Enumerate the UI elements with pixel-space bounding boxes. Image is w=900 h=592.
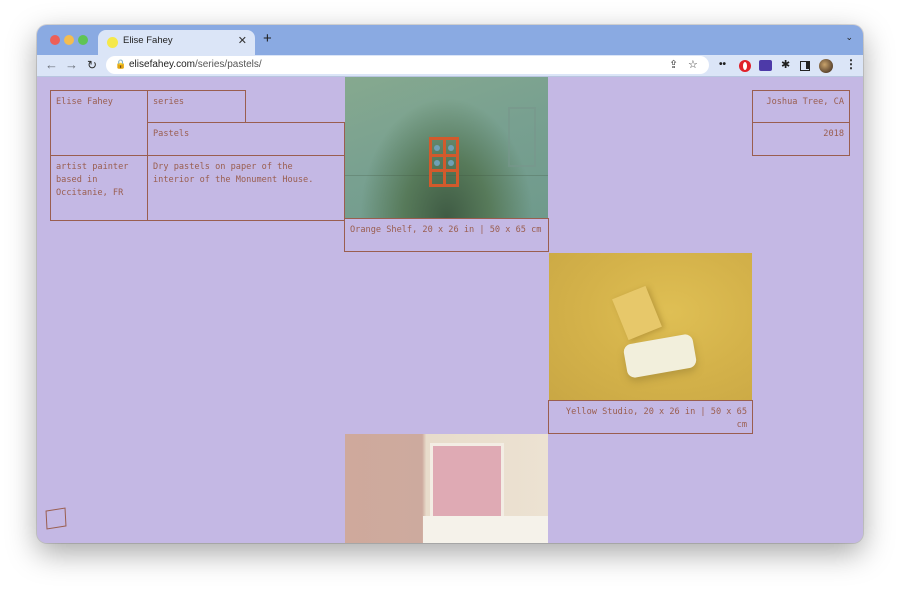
url-text[interactable]: elisefahey.com/series/pastels/ <box>129 59 262 70</box>
forward-button[interactable]: → <box>65 57 78 72</box>
artwork-caption: Orange Shelf, 20 x 26 in | 50 x 65 cm <box>350 225 542 235</box>
favicon-icon <box>107 37 118 48</box>
square-logo-icon[interactable] <box>45 507 67 530</box>
calendar-extension-icon[interactable] <box>759 60 772 71</box>
shelf-object <box>448 160 454 166</box>
shelf-object <box>448 145 454 151</box>
series-description: Dry pastels on paper of the interior of … <box>153 162 314 185</box>
minimize-window-button[interactable] <box>64 35 74 45</box>
side-panel-icon[interactable] <box>800 61 810 71</box>
panel-shape <box>612 285 662 341</box>
location-text: Joshua Tree, CA <box>766 97 844 107</box>
opera-extension-icon[interactable] <box>739 60 751 72</box>
site-name-link[interactable]: Elise Fahey <box>56 97 113 107</box>
artwork-image-third[interactable] <box>345 434 548 543</box>
doorway-shape <box>508 107 536 167</box>
series-label-cell: series <box>147 90 246 123</box>
year-cell: 2018 <box>752 122 850 156</box>
shelf-divider <box>443 140 446 184</box>
artwork-image-orange-shelf[interactable] <box>345 77 548 218</box>
extensions-puzzle-icon[interactable]: ✱ <box>781 58 790 72</box>
artist-bio: artist painter based in Occitanie, FR <box>56 162 129 198</box>
shelf-object <box>434 145 440 151</box>
close-window-button[interactable] <box>50 35 60 45</box>
close-icon[interactable]: ✕ <box>238 34 247 47</box>
orange-shelf-shape <box>429 137 459 187</box>
browser-toolbar: ← → ↻ 🔒 elisefahey.com/series/pastels/ ⇪… <box>37 55 863 77</box>
white-base-shape <box>423 516 548 543</box>
browser-window: Elise Fahey ✕ + ⌄ ← → ↻ 🔒 elisefahey.com… <box>37 25 863 543</box>
url-path: /series/pastels/ <box>194 59 262 70</box>
reload-button[interactable]: ↻ <box>87 58 97 72</box>
menu-kebab-icon[interactable]: ⋮ <box>845 57 857 71</box>
back-button[interactable]: ← <box>45 57 58 72</box>
extension-dots-icon[interactable]: •• <box>719 59 726 73</box>
new-tab-button[interactable]: + <box>263 30 272 47</box>
star-icon[interactable]: ☆ <box>688 58 698 71</box>
tab-strip: Elise Fahey ✕ + ⌄ <box>37 25 863 55</box>
page-content: Elise Fahey series Pastels artist painte… <box>37 77 863 543</box>
series-label[interactable]: series <box>153 97 184 107</box>
tab-title: Elise Fahey <box>123 35 173 46</box>
pink-rectangle-shape <box>433 446 501 516</box>
profile-avatar[interactable] <box>819 59 833 73</box>
description-cell: Dry pastels on paper of the interior of … <box>147 155 345 221</box>
artwork-caption: Yellow Studio, 20 x 26 in | 50 x 65 cm <box>565 407 747 430</box>
cloth-shape <box>622 333 698 379</box>
caption-cell-yellow-studio: Yellow Studio, 20 x 26 in | 50 x 65 cm <box>548 400 753 434</box>
share-icon[interactable]: ⇪ <box>669 58 678 71</box>
zoom-window-button[interactable] <box>78 35 88 45</box>
series-name-cell: Pastels <box>147 122 345 156</box>
series-name[interactable]: Pastels <box>153 129 189 139</box>
chevron-down-icon[interactable]: ⌄ <box>845 32 853 43</box>
caption-cell-orange-shelf: Orange Shelf, 20 x 26 in | 50 x 65 cm <box>344 218 549 252</box>
url-host: elisefahey.com <box>129 59 195 70</box>
location-cell: Joshua Tree, CA <box>752 90 850 123</box>
tab-elise-fahey[interactable]: Elise Fahey ✕ <box>98 30 255 55</box>
bio-cell: artist painter based in Occitanie, FR <box>50 155 148 221</box>
address-bar[interactable]: 🔒 elisefahey.com/series/pastels/ ⇪ ☆ <box>106 56 709 74</box>
shelf-object <box>434 160 440 166</box>
year-text: 2018 <box>823 129 844 139</box>
artwork-image-yellow-studio[interactable] <box>549 253 752 401</box>
lock-icon[interactable]: 🔒 <box>115 59 126 70</box>
